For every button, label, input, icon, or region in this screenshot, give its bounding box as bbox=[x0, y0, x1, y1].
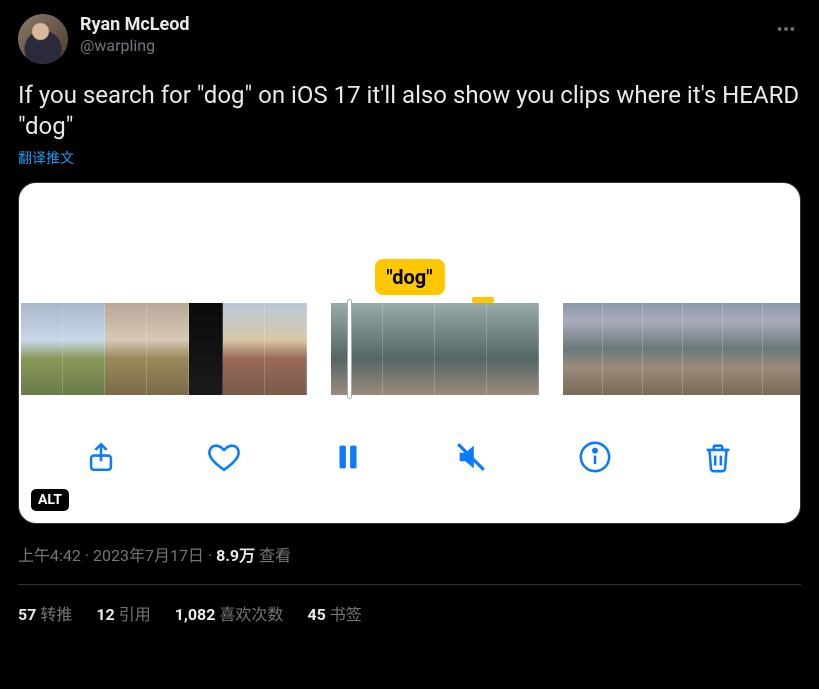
meta-date: 2023年7月17日 bbox=[93, 546, 204, 565]
thumbnail bbox=[63, 303, 105, 395]
thumbnail bbox=[189, 303, 223, 395]
thumbnail bbox=[763, 303, 801, 395]
stat-likes[interactable]: 1,082喜欢次数 bbox=[175, 601, 284, 625]
heart-icon[interactable] bbox=[207, 440, 241, 478]
tweet-stats: 57转推 12引用 1,082喜欢次数 45书签 bbox=[18, 601, 801, 625]
alt-badge[interactable]: ALT bbox=[31, 489, 69, 511]
clip-group-3[interactable] bbox=[563, 303, 801, 395]
timeline-thumbnails[interactable] bbox=[19, 303, 800, 395]
tweet-header: Ryan McLeod @warpling bbox=[18, 14, 801, 64]
thumbnail bbox=[265, 303, 307, 395]
thumbnail bbox=[683, 303, 723, 395]
meta-time: 上午4:42 bbox=[18, 546, 81, 565]
tweet-meta[interactable]: 上午4:42 · 2023年7月17日 · 8.9万 查看 bbox=[18, 542, 801, 566]
thumbnail bbox=[643, 303, 683, 395]
stat-retweets[interactable]: 57转推 bbox=[18, 601, 72, 625]
thumbnail bbox=[383, 303, 435, 395]
media-inner: "dog" bbox=[19, 183, 800, 523]
display-name: Ryan McLeod bbox=[80, 14, 801, 35]
clip-group-2[interactable] bbox=[331, 303, 539, 395]
thumbnail bbox=[487, 303, 539, 395]
translate-link[interactable]: 翻译推文 bbox=[18, 148, 74, 168]
divider bbox=[18, 584, 801, 585]
media-card[interactable]: "dog" bbox=[18, 182, 801, 524]
meta-views-label: 查看 bbox=[259, 546, 291, 565]
mute-icon[interactable] bbox=[454, 440, 488, 478]
thumbnail bbox=[435, 303, 487, 395]
tweet-text: If you search for "dog" on iOS 17 it'll … bbox=[18, 80, 801, 142]
user-names[interactable]: Ryan McLeod @warpling bbox=[80, 14, 801, 55]
tweet-container: Ryan McLeod @warpling If you search for … bbox=[0, 0, 819, 639]
share-icon[interactable] bbox=[84, 440, 118, 478]
thumbnail bbox=[21, 303, 63, 395]
more-icon[interactable] bbox=[771, 14, 801, 48]
media-top-area: "dog" bbox=[19, 183, 800, 303]
info-icon[interactable] bbox=[578, 440, 612, 478]
stat-quotes[interactable]: 12引用 bbox=[96, 601, 150, 625]
thumbnail bbox=[147, 303, 189, 395]
media-toolbar bbox=[19, 395, 800, 523]
trash-icon[interactable] bbox=[701, 440, 735, 478]
thumbnail bbox=[563, 303, 603, 395]
playhead[interactable] bbox=[347, 299, 352, 399]
user-handle: @warpling bbox=[80, 36, 801, 55]
thumbnail bbox=[223, 303, 265, 395]
search-match-tag: "dog" bbox=[374, 259, 444, 295]
thumbnail bbox=[723, 303, 763, 395]
thumbnail bbox=[331, 303, 383, 395]
thumbnail bbox=[603, 303, 643, 395]
pause-icon[interactable] bbox=[331, 440, 365, 478]
clip-group-1[interactable] bbox=[21, 303, 307, 395]
meta-views-value: 8.9万 bbox=[216, 546, 255, 565]
thumbnail bbox=[105, 303, 147, 395]
stat-bookmarks[interactable]: 45书签 bbox=[307, 601, 361, 625]
avatar[interactable] bbox=[18, 14, 68, 64]
